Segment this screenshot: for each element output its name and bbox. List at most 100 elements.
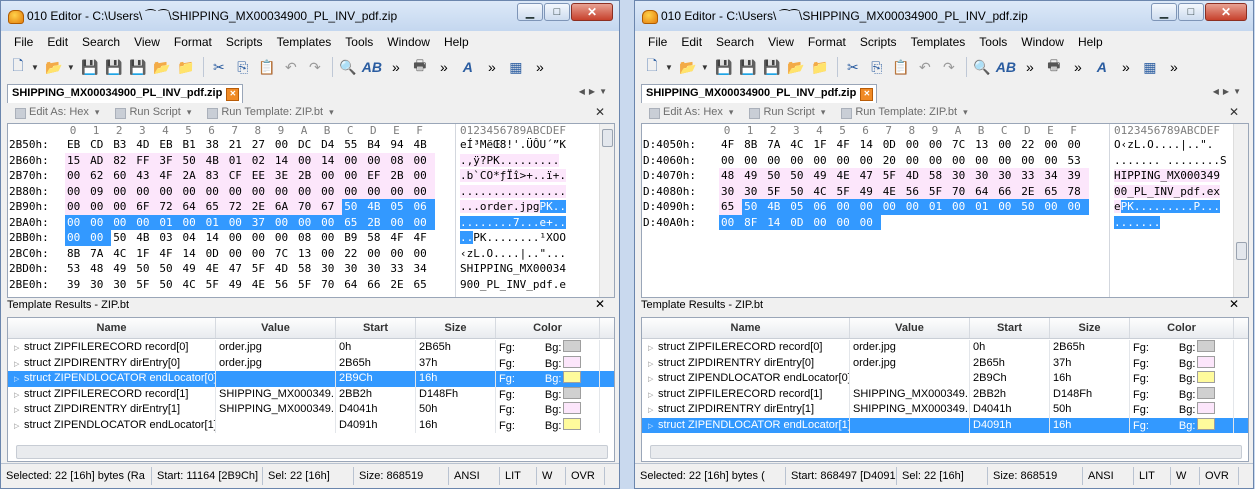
expand-triangle-icon[interactable]: ▷ [14,419,24,434]
file-tab[interactable]: SHIPPING_MX00034900_PL_INV_pdf.zip ✕ [641,84,878,103]
tab-close-icon[interactable]: ✕ [226,88,240,101]
expand-triangle-icon[interactable]: ▷ [648,403,658,418]
hex-byte[interactable]: B4 [365,137,389,153]
menu-tools[interactable]: Tools [338,33,380,51]
hex-byte[interactable]: FF [134,152,158,168]
hex-byte[interactable]: EF [365,168,389,184]
results-row[interactable]: ▷ struct ZIPDIRENTRY dirEntry[1] SHIPPING_… [8,402,614,418]
hex-byte[interactable]: 60 [111,168,135,184]
hex-byte[interactable]: 4C [788,137,812,153]
tab-scroll-arrows-icon[interactable]: ◀▶▼ [579,87,611,96]
print-icon[interactable]: 🖶 [1043,56,1065,78]
hex-byte[interactable]: 7C [272,245,297,261]
hex-byte[interactable]: 00 [157,183,181,199]
hex-byte[interactable]: 00 [857,152,882,168]
menu-edit[interactable]: Edit [40,33,75,51]
hex-byte[interactable]: 39 [1065,168,1090,184]
hex-byte[interactable]: 58 [365,230,389,246]
hex-byte[interactable]: 00 [411,245,436,261]
template-results-close-icon[interactable]: ✕ [1229,297,1239,311]
hex-byte[interactable]: 2B [388,168,412,184]
results-row[interactable]: ▷ struct ZIPFILERECORD record[0] order.jpg… [642,340,1248,356]
hex-byte[interactable]: 0D [203,245,228,261]
hex-byte[interactable]: 0D [788,214,812,230]
hex-byte[interactable]: 00 [134,183,158,199]
ascii-text[interactable]: ..PK........¹XOO [460,230,566,246]
hex-byte[interactable]: 00 [742,152,766,168]
hex-byte[interactable]: 00 [1042,137,1066,153]
run-template-dropdown[interactable]: Run Template: ZIP.bt [199,103,341,121]
hex-byte[interactable]: 65 [342,214,366,230]
save-all-icon[interactable]: 💾 [127,56,149,78]
hex-byte[interactable]: 49 [226,276,251,292]
hex-byte[interactable]: 65 [203,199,228,215]
hex-byte[interactable]: 00 [88,199,112,215]
hex-byte[interactable]: 00 [249,230,274,246]
run-template-dropdown[interactable]: Run Template: ZIP.bt [833,103,975,121]
hex-byte[interactable]: 4C [111,245,135,261]
hex-byte[interactable]: 65 [1042,183,1066,199]
hex-byte[interactable]: 4F [411,230,436,246]
new-file-icon[interactable]: 🗋 [7,56,29,78]
results-row[interactable]: ▷ struct ZIPDIRENTRY dirEntry[1] SHIPPING_… [642,402,1248,418]
hex-byte[interactable]: 00 [88,214,112,230]
hex-byte[interactable]: 20 [880,152,905,168]
hex-byte[interactable]: 4C [180,276,205,292]
hex-byte[interactable]: DC [296,137,320,153]
hex-byte[interactable]: 14 [857,137,882,153]
hex-byte[interactable]: 00 [1065,137,1090,153]
hex-byte[interactable]: 58 [296,261,320,277]
hex-byte[interactable]: 00 [180,183,205,199]
hex-byte[interactable]: EB [157,137,181,153]
save-as-icon[interactable]: 💾 [103,56,125,78]
hex-byte[interactable]: 05 [388,199,412,215]
expand-triangle-icon[interactable]: ▷ [648,372,658,387]
paste-icon[interactable]: 📋 [256,56,278,78]
hex-byte[interactable]: 00 [319,230,343,246]
hex-byte[interactable]: 5F [880,168,905,184]
hex-byte[interactable]: 00 [719,214,743,230]
hex-byte[interactable]: CF [226,168,251,184]
hex-byte[interactable]: 4B [765,199,789,215]
hex-byte[interactable]: 01 [226,152,251,168]
bg-color-swatch[interactable] [1197,386,1216,399]
hex-editor[interactable]: 0 1 2 3 4 5 6 7 8 9 A B C D E F 0123456789ABCDEF D:4050h… [641,123,1249,298]
hex-byte[interactable]: 00 [111,183,135,199]
hex-byte[interactable]: 14 [272,152,297,168]
expand-triangle-icon[interactable]: ▷ [648,388,658,403]
hex-byte[interactable]: 00 [296,214,320,230]
hex-byte[interactable]: 50 [765,168,789,184]
expand-triangle-icon[interactable]: ▷ [14,341,24,356]
hex-byte[interactable]: 5F [926,183,951,199]
hex-byte[interactable]: 00 [1065,199,1090,215]
hex-byte[interactable]: 56 [903,183,928,199]
hex-byte[interactable]: 00 [950,199,974,215]
ascii-text[interactable]: ‹zL.O....|.."... [460,246,566,262]
hex-byte[interactable]: 4F [157,245,181,261]
run-script-dropdown[interactable]: Run Script [107,103,199,121]
hex-byte[interactable]: 08 [388,152,412,168]
expand-triangle-icon[interactable]: ▷ [14,357,24,372]
more-tools-icon[interactable]: » [481,56,503,78]
hex-byte[interactable]: 5F [834,183,859,199]
hex-byte[interactable]: 7A [88,245,112,261]
menu-scripts[interactable]: Scripts [853,33,904,51]
hex-byte[interactable]: 30 [365,261,389,277]
hex-byte[interactable]: 00 [226,230,251,246]
ascii-text[interactable]: O‹zL.O....|..". [1114,137,1214,153]
maximize-button[interactable]: □ [1178,3,1204,21]
hex-byte[interactable]: 00 [65,230,89,246]
hex-byte[interactable]: 50 [134,261,158,277]
hex-byte[interactable]: 65 [411,276,436,292]
hex-vertical-scrollbar[interactable] [599,124,614,297]
hex-byte[interactable]: 00 [65,168,89,184]
hex-byte[interactable]: 50 [1019,199,1043,215]
edit-as-dropdown[interactable]: Edit As: Hex [7,103,107,121]
results-row[interactable]: ▷ struct ZIPENDLOCATOR endLocator[0] 2B9Ch… [8,371,614,387]
ascii-text[interactable]: 00_PL_INV_pdf.ex [1114,184,1220,200]
hex-byte[interactable]: 21 [226,137,251,153]
menu-templates[interactable]: Templates [904,33,973,51]
hex-byte[interactable]: 3F [157,152,181,168]
hex-byte[interactable]: 43 [134,168,158,184]
hex-byte[interactable]: 00 [765,152,789,168]
